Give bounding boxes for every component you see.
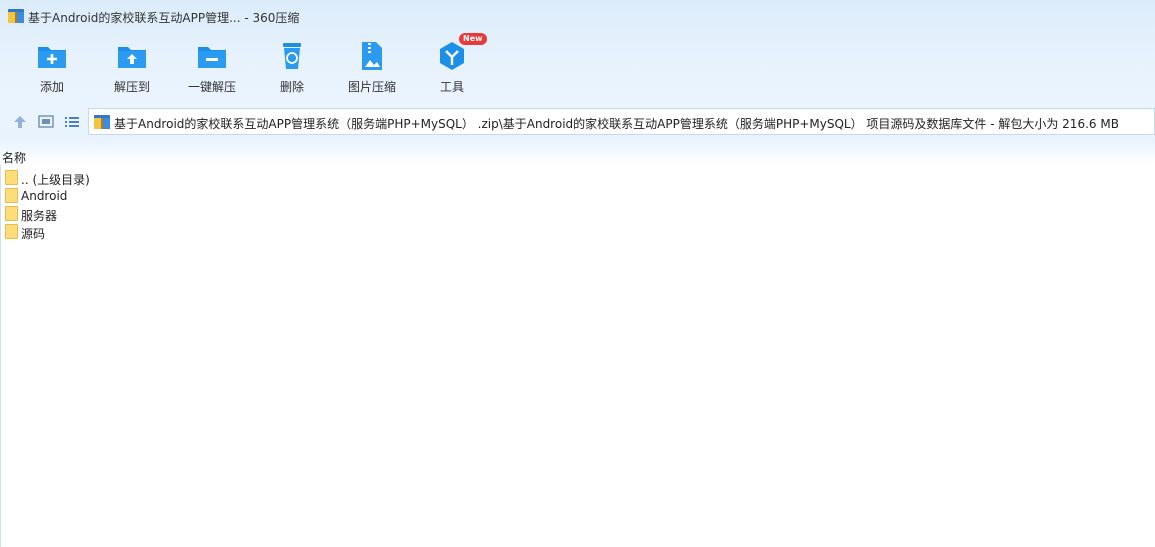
toolbar: 添加 解压到 一键解压 删除 图片压缩 New 工具 bbox=[0, 32, 1155, 100]
name-column-header[interactable]: 名称 bbox=[2, 149, 26, 166]
add-folder-icon bbox=[38, 47, 66, 68]
list-item-server[interactable]: 服务器 bbox=[0, 205, 400, 223]
extract-to-label: 解压到 bbox=[113, 80, 150, 94]
one-click-extract-icon bbox=[198, 47, 226, 68]
app-archive-icon bbox=[8, 9, 24, 23]
folder-icon bbox=[5, 224, 18, 239]
one-click-extract-button[interactable]: 一键解压 bbox=[172, 32, 252, 98]
thumbnail-view-icon[interactable] bbox=[37, 113, 55, 131]
file-name: Android bbox=[21, 189, 68, 203]
extract-to-icon bbox=[118, 47, 146, 68]
tools-button[interactable]: New 工具 bbox=[412, 32, 492, 98]
archive-icon bbox=[94, 115, 110, 129]
add-button[interactable]: 添加 bbox=[12, 32, 92, 98]
file-list: .. (上级目录) Android 服务器 源码 bbox=[0, 169, 400, 241]
tools-label: 工具 bbox=[439, 80, 464, 94]
list-view-icon[interactable] bbox=[63, 113, 81, 131]
one-click-extract-label: 一键解压 bbox=[187, 80, 236, 94]
navigation-row: 基于Android的家校联系互动APP管理系统（服务端PHP+MySQL） .z… bbox=[0, 107, 1155, 137]
image-compress-label: 图片压缩 bbox=[347, 80, 396, 94]
delete-button[interactable]: 删除 bbox=[252, 32, 332, 98]
new-badge: New bbox=[459, 33, 487, 45]
add-label: 添加 bbox=[39, 80, 64, 94]
title-bar: 基于Android的家校联系互动APP管理... - 360压缩 bbox=[0, 0, 1155, 32]
image-compress-button[interactable]: 图片压缩 bbox=[332, 32, 412, 98]
trash-icon bbox=[283, 43, 301, 69]
folder-icon bbox=[5, 206, 18, 221]
left-border bbox=[0, 165, 1, 547]
list-item-parent-directory[interactable]: .. (上级目录) bbox=[0, 169, 400, 187]
delete-label: 删除 bbox=[279, 80, 304, 94]
file-name: 源码 bbox=[21, 227, 46, 241]
path-bar[interactable]: 基于Android的家校联系互动APP管理系统（服务端PHP+MySQL） .z… bbox=[88, 108, 1155, 135]
folder-icon bbox=[5, 188, 18, 203]
up-arrow-icon[interactable] bbox=[11, 113, 29, 131]
path-text: 基于Android的家校联系互动APP管理系统（服务端PHP+MySQL） .z… bbox=[114, 117, 1119, 131]
window-title: 基于Android的家校联系互动APP管理... - 360压缩 bbox=[28, 11, 300, 25]
list-item-android[interactable]: Android bbox=[0, 187, 400, 205]
file-name: .. (上级目录) bbox=[21, 173, 90, 187]
list-item-source[interactable]: 源码 bbox=[0, 223, 400, 241]
image-compress-icon bbox=[362, 42, 382, 70]
extract-to-button[interactable]: 解压到 bbox=[92, 32, 172, 98]
file-name: 服务器 bbox=[21, 209, 58, 223]
folder-icon bbox=[5, 170, 18, 185]
